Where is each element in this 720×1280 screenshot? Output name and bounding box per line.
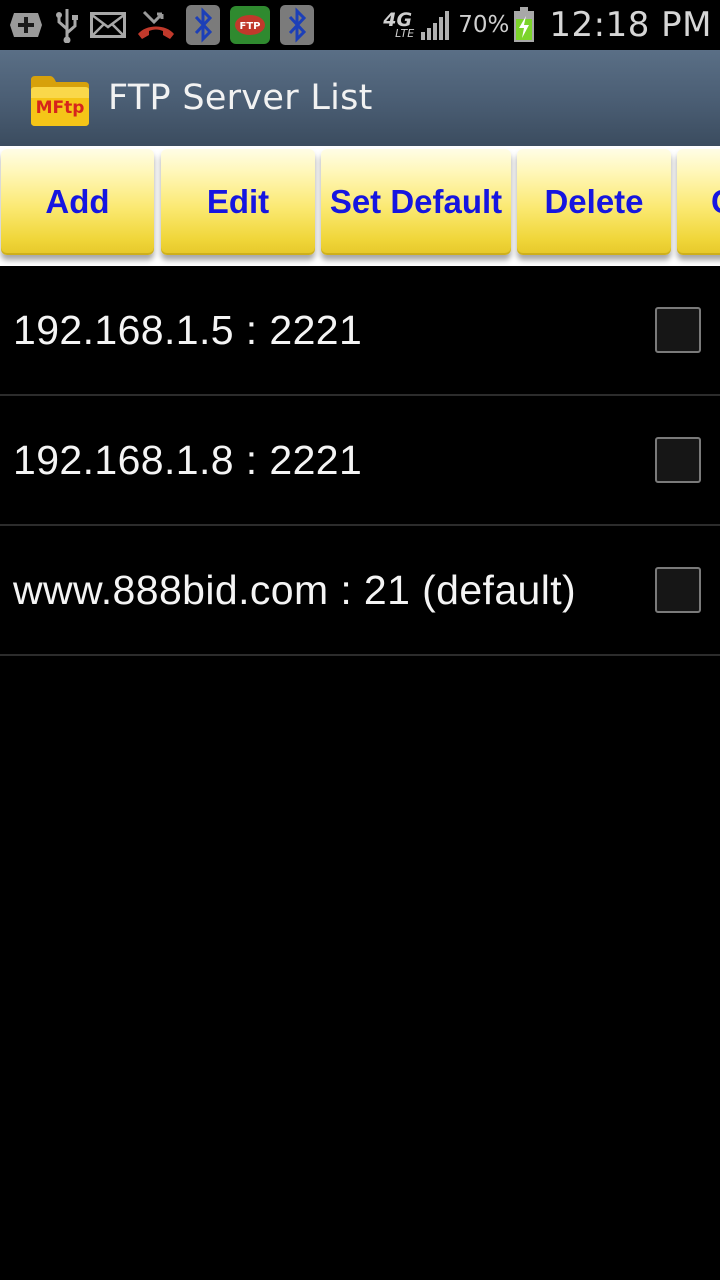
list-item[interactable]: 192.168.1.5 : 2221 bbox=[0, 266, 720, 396]
signal-icon bbox=[420, 0, 452, 50]
server-checkbox[interactable] bbox=[655, 307, 701, 353]
server-label: 192.168.1.5 : 2221 bbox=[13, 306, 363, 353]
list-item[interactable]: 192.168.1.8 : 2221 bbox=[0, 396, 720, 526]
mail-icon bbox=[90, 0, 126, 50]
server-label: www.888bid.com : 21 (default) bbox=[13, 566, 577, 613]
server-list: 192.168.1.5 : 2221 192.168.1.8 : 2221 ww… bbox=[0, 266, 720, 656]
ftp-icon: FTP bbox=[230, 0, 270, 50]
status-bar: FTP 4G LTE 70% 12:18 PM bbox=[0, 0, 720, 50]
page-title: FTP Server List bbox=[108, 78, 373, 118]
server-label: 192.168.1.8 : 2221 bbox=[13, 436, 363, 483]
add-button[interactable]: Add bbox=[1, 149, 154, 255]
clock: 12:18 PM bbox=[549, 5, 712, 45]
bluetooth-icon bbox=[186, 0, 220, 50]
svg-text:MFtp: MFtp bbox=[36, 98, 85, 118]
battery-charging-icon bbox=[513, 0, 535, 50]
usb-icon bbox=[54, 0, 80, 50]
bluetooth-icon bbox=[280, 0, 314, 50]
battery-percent: 70% bbox=[458, 12, 510, 38]
add-icon bbox=[8, 0, 44, 50]
status-right: 4G LTE 70% 12:18 PM bbox=[381, 0, 712, 50]
server-checkbox[interactable] bbox=[655, 567, 701, 613]
svg-text:FTP: FTP bbox=[240, 21, 261, 32]
delete-button[interactable]: Delete bbox=[517, 149, 671, 255]
mftp-logo-icon: MFtp bbox=[28, 66, 92, 130]
server-checkbox[interactable] bbox=[655, 437, 701, 483]
4g-lte-icon: 4G LTE bbox=[383, 9, 415, 40]
set-default-button[interactable]: Set Default bbox=[321, 149, 511, 255]
action-bar: MFtp FTP Server List bbox=[0, 50, 720, 146]
list-item[interactable]: www.888bid.com : 21 (default) bbox=[0, 526, 720, 656]
toolbar: Add Edit Set Default Delete C bbox=[0, 146, 720, 266]
missed-call-icon bbox=[136, 0, 176, 50]
edit-button[interactable]: Edit bbox=[161, 149, 315, 255]
overflow-toolbar-button[interactable]: C bbox=[677, 149, 720, 255]
